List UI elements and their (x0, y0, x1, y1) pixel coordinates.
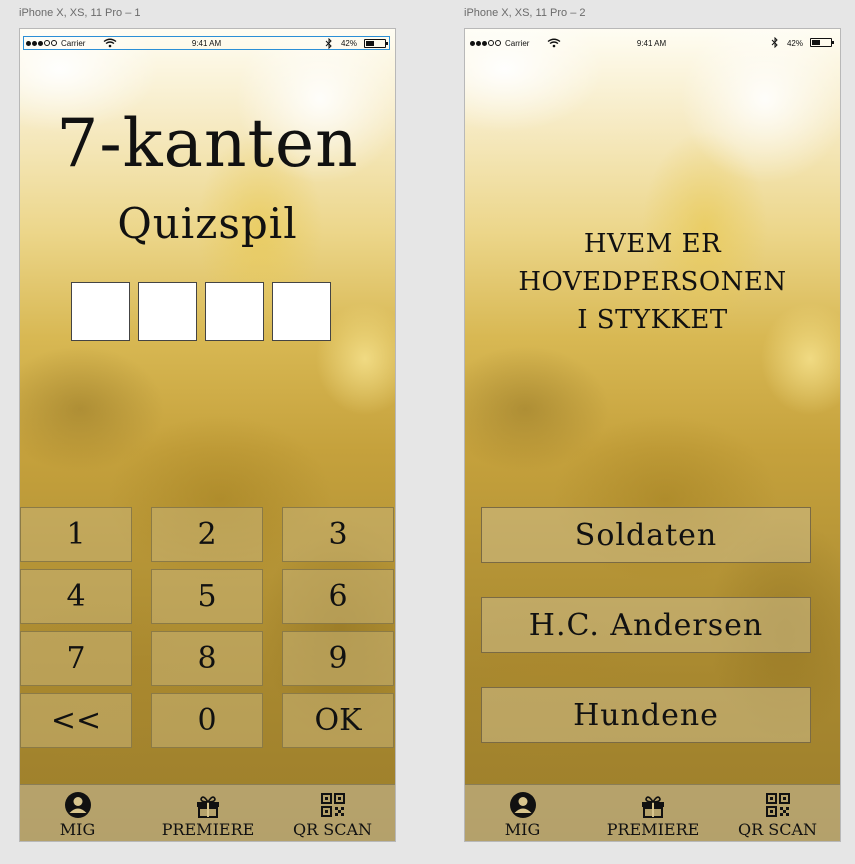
key-9[interactable]: 9 (282, 631, 394, 686)
clock-time: 9:41 AM (636, 38, 667, 48)
phone-screen-question: Carrier 9:41 AM 42% HVEM ER HOVEDPERSONE… (464, 28, 841, 842)
bluetooth-icon (325, 38, 332, 49)
user-icon (509, 792, 536, 818)
clock-time: 9:41 AM (191, 38, 222, 48)
key-4[interactable]: 4 (20, 569, 132, 624)
code-input-group (71, 282, 331, 341)
qr-code-icon (765, 793, 790, 817)
bluetooth-icon (771, 37, 778, 48)
code-digit-box[interactable] (205, 282, 264, 341)
answer-button-1[interactable]: Soldaten (481, 507, 811, 563)
app-title: 7-kanten (56, 105, 359, 182)
code-digit-box[interactable] (138, 282, 197, 341)
tab-mig[interactable]: MIG (50, 785, 105, 841)
tab-label-premiere: PREMIERE (606, 820, 700, 839)
backspace-key[interactable]: << (20, 693, 132, 748)
artboard-label-1: iPhone X, XS, 11 Pro – 1 (19, 7, 141, 19)
wifi-icon (104, 38, 117, 48)
signal-icon (470, 40, 501, 46)
battery-icon (364, 39, 388, 48)
numeric-keypad: 1 2 3 4 5 6 7 8 9 << 0 OK (20, 507, 395, 749)
key-0[interactable]: 0 (151, 693, 263, 748)
answer-button-2[interactable]: H.C. Andersen (481, 597, 811, 653)
battery-icon (810, 38, 834, 47)
key-6[interactable]: 6 (282, 569, 394, 624)
artboard-label-2: iPhone X, XS, 11 Pro – 2 (464, 7, 586, 19)
gift-icon (197, 796, 219, 818)
key-2[interactable]: 2 (151, 507, 263, 562)
tab-label-mig: MIG (59, 820, 96, 839)
key-8[interactable]: 8 (151, 631, 263, 686)
wifi-icon (548, 38, 561, 48)
carrier-label: Carrier (61, 38, 86, 48)
question-line-2: I STYKKET (577, 305, 728, 335)
status-bar: Carrier 9:41 AM 42% (468, 36, 835, 50)
qr-code-icon (320, 793, 345, 817)
tab-label-qr-scan: QR SCAN (737, 820, 817, 839)
tab-qr-scan[interactable]: QR SCAN (290, 785, 375, 841)
tab-qr-scan[interactable]: QR SCAN (735, 785, 820, 841)
key-1[interactable]: 1 (20, 507, 132, 562)
signal-icon (26, 40, 57, 46)
tab-label-mig: MIG (504, 820, 541, 839)
battery-percent: 42% (340, 38, 357, 48)
answer-button-3[interactable]: Hundene (481, 687, 811, 743)
question-text: HVEM ER HOVEDPERSONEN I STYKKET (465, 225, 840, 339)
key-3[interactable]: 3 (282, 507, 394, 562)
carrier-label: Carrier (505, 38, 530, 48)
status-bar: Carrier 9:41 AM 42% (23, 36, 390, 50)
code-digit-box[interactable] (272, 282, 331, 341)
tab-mig[interactable]: MIG (495, 785, 550, 841)
tab-label-qr-scan: QR SCAN (292, 820, 372, 839)
tab-label-premiere: PREMIERE (161, 820, 255, 839)
ok-key[interactable]: OK (282, 693, 394, 748)
phone-screen-quiz-code: Carrier 9:41 AM 42% 7-kanten Quizspil 1 … (19, 28, 396, 842)
tab-bar: MIG PREMIERE QR SCAN (20, 784, 395, 841)
tab-premiere[interactable]: PREMIERE (158, 785, 258, 841)
user-icon (64, 792, 91, 818)
gift-icon (642, 796, 664, 818)
code-digit-box[interactable] (71, 282, 130, 341)
battery-percent: 42% (786, 38, 803, 48)
question-line-1: HVEM ER HOVEDPERSONEN (518, 229, 787, 297)
app-subtitle: Quizspil (117, 199, 298, 248)
key-7[interactable]: 7 (20, 631, 132, 686)
tab-premiere[interactable]: PREMIERE (603, 785, 703, 841)
key-5[interactable]: 5 (151, 569, 263, 624)
tab-bar: MIG PREMIERE QR SCAN (465, 784, 840, 841)
